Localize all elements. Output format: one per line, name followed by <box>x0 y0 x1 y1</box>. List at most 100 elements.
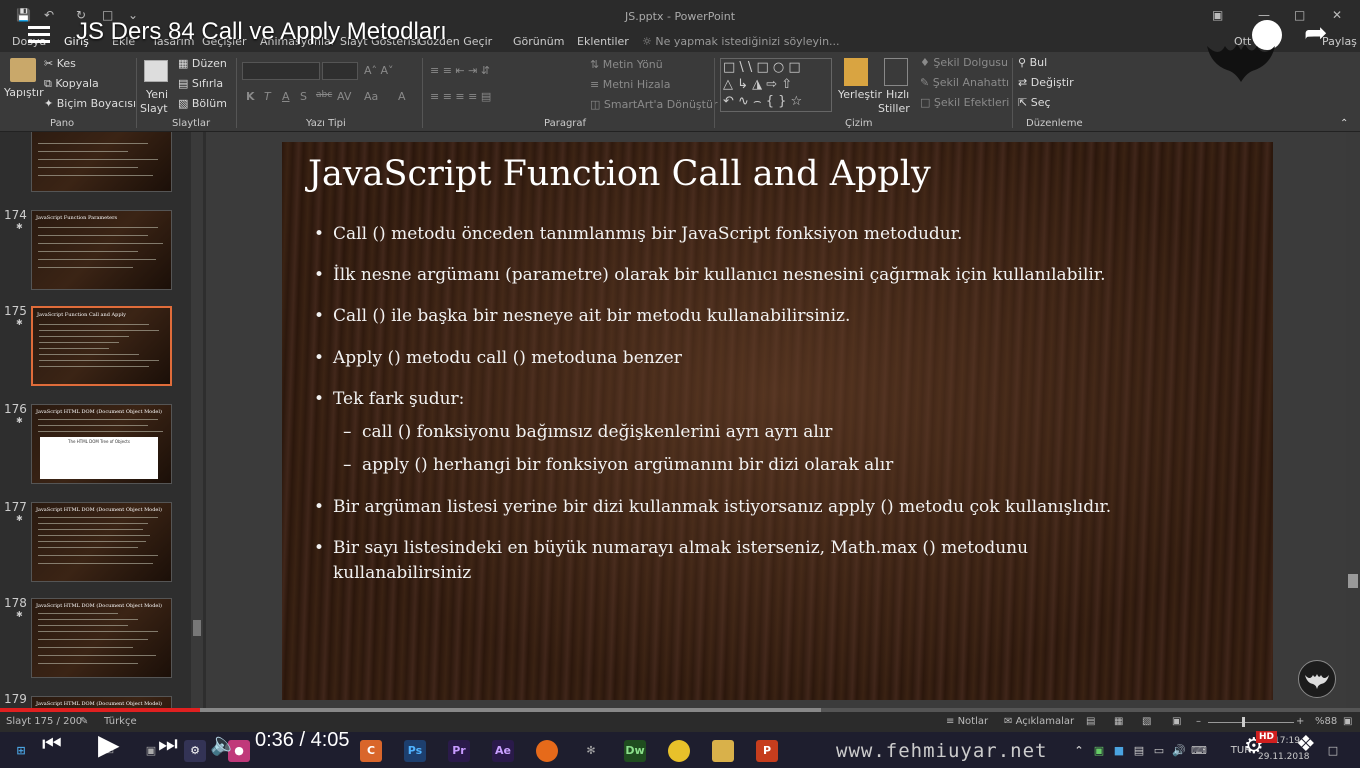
new-slide-button-line2[interactable]: Slayt <box>140 102 168 115</box>
normal-view-icon[interactable]: ▤ <box>1086 716 1095 727</box>
photoshop-icon[interactable]: Ps <box>404 740 426 762</box>
slide-thumbnail[interactable] <box>31 132 172 192</box>
notes-button[interactable]: ≡ Notlar <box>946 716 988 727</box>
tell-me-search[interactable]: ☼ Ne yapmak istediğinizi söyleyin... <box>642 35 840 48</box>
align-text-button[interactable]: ≡ Metni Hizala <box>590 78 670 91</box>
shape-fill-button[interactable]: ♦ Şekil Dolgusu <box>920 56 1008 69</box>
premiere-icon[interactable]: Pr <box>448 740 470 762</box>
windows-start-icon[interactable]: ⊞ <box>10 740 32 762</box>
slide-thumbnail[interactable]: JavaScript Function Parameters <box>31 210 172 290</box>
collapse-ribbon-icon[interactable]: ⌃ <box>1340 118 1348 129</box>
reading-view-icon[interactable]: ▧ <box>1142 716 1151 727</box>
text-direction-button[interactable]: ⇅ Metin Yönü <box>590 58 663 71</box>
shadow-button[interactable]: S <box>300 90 307 103</box>
layout-button[interactable]: ▦ Düzen <box>178 57 227 70</box>
quick-styles-button-line2[interactable]: Stiller <box>878 102 910 115</box>
after-effects-icon[interactable]: Ae <box>492 740 514 762</box>
tab-addins[interactable]: Eklentiler <box>577 35 629 48</box>
zoom-out-icon[interactable]: – <box>1196 716 1201 727</box>
reset-button[interactable]: ▤ Sıfırla <box>178 77 223 90</box>
chevron-up-icon[interactable]: ⌃ <box>1068 740 1090 762</box>
language-label[interactable]: Türkçe <box>104 716 137 727</box>
cut-button[interactable]: ✂ Kes <box>44 57 76 70</box>
slide-thumbnail-selected[interactable]: JavaScript Function Call and Apply <box>31 306 172 386</box>
volume-icon[interactable]: 🔊 <box>1168 740 1190 762</box>
powerpoint-icon[interactable]: P <box>756 740 778 762</box>
tray-icon[interactable]: ■ <box>1108 740 1130 762</box>
slideshow-view-icon[interactable]: ▣ <box>1172 716 1181 727</box>
previous-icon[interactable]: ⏮ <box>42 732 62 757</box>
select-button[interactable]: ⇱ Seç <box>1018 96 1051 109</box>
comments-button[interactable]: ✉ Açıklamalar <box>1004 716 1074 727</box>
slide-scrollbar[interactable] <box>1346 132 1360 708</box>
battery-icon[interactable]: ▭ <box>1148 740 1170 762</box>
sub-bullet-text: apply () herhangi bir fonksiyon argümanı… <box>362 455 894 475</box>
zoom-slider-thumb[interactable] <box>1242 717 1245 727</box>
replace-button[interactable]: ⇄ Değiştir <box>1018 76 1074 89</box>
folder-icon[interactable] <box>712 740 734 762</box>
slide-thumbnail[interactable]: JavaScript HTML DOM (Document Object Mod… <box>31 502 172 582</box>
scrollbar-handle[interactable] <box>193 620 201 636</box>
chrome-icon[interactable] <box>668 740 690 762</box>
slide-sorter-icon[interactable]: ▦ <box>1114 716 1123 727</box>
keyboard-icon[interactable]: ⌨ <box>1188 740 1210 762</box>
shapes-gallery[interactable]: □ \ \ □ ○ □ △ ↳ ◮ ⇨ ⇧ ↶ ∿ ⌢ { } ☆ <box>720 58 832 112</box>
quick-styles-button[interactable]: Hızlı <box>886 88 909 101</box>
align-icon[interactable]: ≡ ≡ ≡ ≡ ▤ <box>430 90 491 103</box>
network-icon[interactable]: ▤ <box>1128 740 1150 762</box>
channel-watermark-button[interactable] <box>1298 660 1336 698</box>
new-slide-button[interactable]: Yeni <box>146 88 168 101</box>
video-title[interactable]: JS Ders 84 Call ve Apply Metodları <box>76 18 447 46</box>
underline-button[interactable]: A <box>282 90 290 103</box>
format-painter-button[interactable]: ✦ Biçim Boyacısı <box>44 97 136 110</box>
zoom-slider[interactable] <box>1208 722 1294 723</box>
bullet-text: Call () metodu önceden tanımlanmış bir J… <box>333 224 963 244</box>
fit-to-window-icon[interactable]: ▣ <box>1343 716 1352 727</box>
font-color-icon[interactable]: A <box>398 90 406 103</box>
pencil-icon: ✎ <box>920 76 933 89</box>
play-icon[interactable]: ▶ <box>98 728 120 761</box>
current-slide[interactable]: JavaScript Function Call and Apply • Cal… <box>282 142 1273 700</box>
scrollbar-handle[interactable] <box>1348 574 1358 588</box>
spellcheck-icon[interactable]: ✎ <box>80 716 88 727</box>
settings-icon[interactable]: ⚙ <box>184 740 206 762</box>
shape-effects-button[interactable]: □ Şekil Efektleri <box>920 96 1009 109</box>
arrange-button[interactable]: Yerleştir <box>838 88 882 101</box>
dreamweaver-icon[interactable]: Dw <box>624 740 646 762</box>
strikethrough-button[interactable]: abc <box>316 90 332 100</box>
app-icon[interactable]: ✻ <box>580 740 602 762</box>
paste-button[interactable]: Yapıştır <box>4 86 44 99</box>
ribbon-display-icon[interactable]: ▣ <box>1212 8 1223 22</box>
increase-font-icon[interactable]: A˄ A˅ <box>364 64 394 77</box>
firefox-icon[interactable] <box>536 740 558 762</box>
shape-outline-button[interactable]: ✎ Şekil Anahattı <box>920 76 1009 89</box>
zoom-level[interactable]: %88 <box>1315 716 1337 727</box>
find-button[interactable]: ⚲ Bul <box>1018 56 1047 69</box>
notifications-icon[interactable]: □ <box>1322 740 1344 762</box>
tab-view[interactable]: Görünüm <box>513 35 564 48</box>
italic-button[interactable]: T <box>264 90 271 103</box>
character-spacing-button[interactable]: AV <box>337 90 351 103</box>
tray-icon[interactable]: ▣ <box>1088 740 1110 762</box>
smartart-button[interactable]: ◫ SmartArt'a Dönüştür <box>590 98 717 111</box>
font-size-dropdown[interactable] <box>322 62 358 80</box>
app-icon[interactable]: C <box>360 740 382 762</box>
slide-thumbnail[interactable]: JavaScript HTML DOM (Document Object Mod… <box>31 404 172 484</box>
fullscreen-icon[interactable]: ❖ <box>1296 732 1316 757</box>
close-icon[interactable]: ✕ <box>1332 8 1342 22</box>
section-button[interactable]: ▧ Bölüm <box>178 97 227 110</box>
divider <box>136 58 137 128</box>
share-arrow-icon[interactable]: ➦ <box>1304 16 1327 49</box>
bullets-icon[interactable]: ≡ ≡ ⇤ ⇥ ⇵ <box>430 64 490 77</box>
slide-thumbnail[interactable]: JavaScript HTML DOM (Document Object Mod… <box>31 598 172 678</box>
change-case-button[interactable]: Aa <box>364 90 378 103</box>
volume-control-icon[interactable]: 🔈 <box>210 732 237 757</box>
next-icon[interactable]: ⏭ <box>158 732 178 757</box>
bold-button[interactable]: K <box>246 90 255 103</box>
slide-thumbnail[interactable]: JavaScript HTML DOM (Document Object Mod… <box>31 696 172 708</box>
menu-icon[interactable] <box>28 26 50 44</box>
font-name-dropdown[interactable] <box>242 62 320 80</box>
thumbnails-scrollbar[interactable] <box>191 132 203 708</box>
zoom-in-icon[interactable]: + <box>1296 716 1304 727</box>
copy-button[interactable]: ⧉ Kopyala <box>44 77 99 91</box>
